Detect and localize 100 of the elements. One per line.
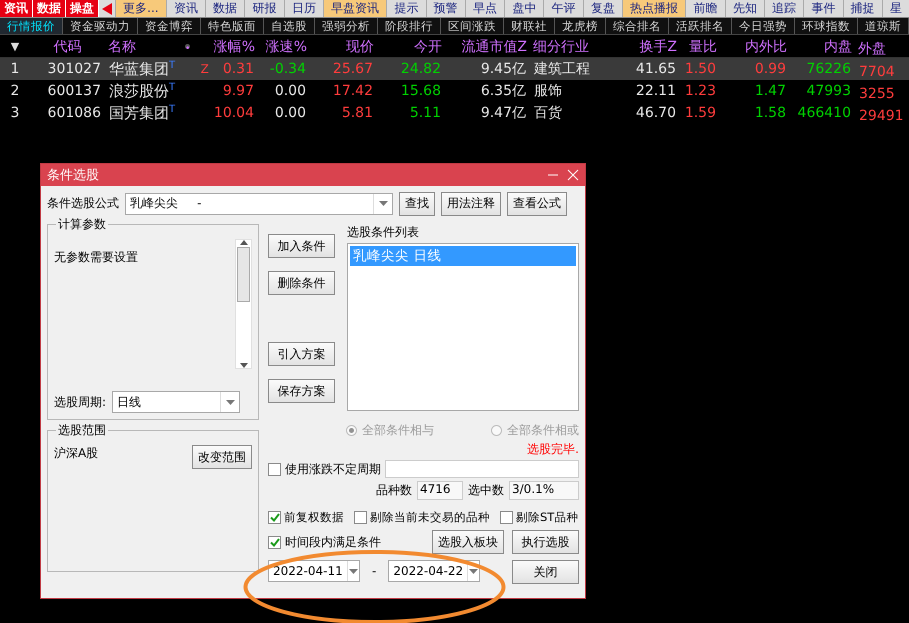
column-header[interactable]: 现价 <box>310 38 377 56</box>
window-title: 条件选股 <box>47 167 100 184</box>
nav-tab[interactable]: 数据 <box>205 0 244 17</box>
column-header[interactable]: 今开 <box>377 38 445 56</box>
column-header[interactable]: 流通市值Z <box>445 38 530 56</box>
stock-row[interactable]: 3 601086 国芳集团$^{T}$ 10.04 0.00 5.81 5.11 9.47亿 百货 46.70 1.59 1.58 466410 29491 <box>0 102 909 124</box>
nav-tab[interactable]: 资讯 <box>0 0 33 17</box>
market-tab[interactable]: 资金博弈 <box>138 18 201 34</box>
checkbox-label[interactable]: 剔除当前未交易的品种 <box>370 510 490 525</box>
checkbox[interactable] <box>268 536 281 548</box>
market-tab[interactable]: 环球指数 <box>795 18 858 34</box>
dialog-button[interactable]: 用法注释 <box>441 192 501 216</box>
column-header[interactable]: 内外比 <box>720 38 790 56</box>
dialog-button[interactable]: 查看公式 <box>507 192 567 216</box>
market-tab[interactable]: 强弱分析 <box>315 18 378 34</box>
market-tab[interactable]: 特色版面 <box>201 18 264 34</box>
group-title: 计算参数 <box>56 216 108 233</box>
left-arrow-icon[interactable] <box>102 2 112 14</box>
table-cell-text: 国芳集团$^{T}$ <box>108 104 176 122</box>
nav-tab[interactable]: 午评 <box>543 0 583 17</box>
table-cell-text: 9.47亿 <box>480 104 527 122</box>
market-tab[interactable]: 龙虎榜 <box>555 18 606 34</box>
checkbox[interactable] <box>268 462 281 476</box>
checkbox-label[interactable]: 前复权数据 <box>284 510 344 525</box>
checkbox[interactable] <box>268 511 281 524</box>
column-header[interactable]: 涨幅% <box>195 38 258 56</box>
dropdown-arrow-icon <box>226 400 235 404</box>
nav-tab[interactable]: 早盘资讯 <box>322 0 386 17</box>
nav-tab[interactable]: 热点播报 <box>622 0 686 17</box>
dialog-button[interactable]: 引入方案 <box>268 342 335 366</box>
nav-tab[interactable]: 前瞻 <box>685 0 725 17</box>
stock-row[interactable]: 2 600137 浪莎股份$^{T}$ 9.97 0.00 17.42 15.68 6.35亿 服饰 22.11 1.23 1.47 47993 3255 <box>0 80 909 102</box>
dialog-button[interactable]: 选股入板块 <box>432 530 504 554</box>
table-cell-text: 服饰 <box>533 82 563 100</box>
dropdown-field[interactable]: 乳峰尖尖 - <box>125 192 393 214</box>
field-label: 选中数 <box>468 482 504 499</box>
table-cell-text: 601086 <box>46 105 102 121</box>
table-cell-text: 建筑工程 <box>532 60 591 78</box>
market-tab[interactable]: 阶段排行 <box>378 18 441 34</box>
field-label: 条件选股公式 <box>47 195 119 212</box>
column-header[interactable]: ▼ <box>0 40 30 53</box>
column-header[interactable]: 细分行业 <box>530 38 620 56</box>
dialog-button[interactable]: 保存方案 <box>268 379 335 403</box>
table-cell-text: 76226 <box>805 61 852 77</box>
market-tab[interactable]: 自选股 <box>264 18 315 34</box>
dropdown-field[interactable]: 2022-04-11 <box>268 560 360 582</box>
market-tab[interactable]: 道琼斯 <box>858 18 909 34</box>
column-header[interactable]: 代码 <box>30 38 105 56</box>
checkbox-label[interactable]: 使用涨跌不定周期 <box>285 460 381 478</box>
column-header[interactable]: 量比 <box>680 38 720 56</box>
table-cell-text: 6.35亿 <box>480 82 527 100</box>
nav-tab[interactable]: 事件 <box>803 0 842 17</box>
column-header[interactable]: 涨速% <box>258 38 310 56</box>
column-header[interactable]: 换手Z <box>620 38 680 56</box>
nav-tab[interactable]: 预警 <box>426 0 465 17</box>
market-tab[interactable]: 综合排名 <box>606 18 669 34</box>
nav-tab[interactable]: 盘中 <box>504 0 544 17</box>
table-cell-text: 7704 <box>858 64 896 80</box>
stock-row[interactable]: 1 301027 华蓝集团$^{T}$ Z 0.31 -0.34 25.67 24.82 9.45亿 建筑工程 41.65 1.50 0.99 76226 7704 <box>0 58 909 80</box>
market-tab[interactable]: 区间涨跌 <box>441 18 504 34</box>
dropdown-field[interactable]: 2022-04-22 <box>388 560 480 582</box>
nav-tab[interactable]: 捕捉 <box>842 0 882 17</box>
dropdown-field[interactable]: 日线 <box>112 391 240 413</box>
nav-tab[interactable]: 早点 <box>464 0 504 17</box>
market-tab[interactable]: 财联社 <box>504 18 555 34</box>
scrollbar[interactable] <box>235 239 252 369</box>
market-tab[interactable]: 资金驱动力 <box>63 18 138 34</box>
dialog-button[interactable]: 改变范围 <box>192 445 252 469</box>
nav-tab[interactable]: 操盘 <box>66 0 99 17</box>
table-cell-text: 47993 <box>805 83 852 99</box>
column-header[interactable]: 内盘 <box>790 38 855 56</box>
scope-value: 沪深A股 <box>54 445 98 462</box>
market-tab[interactable]: 今日强势 <box>732 18 795 34</box>
market-tab[interactable]: 活跃排名 <box>669 18 732 34</box>
nav-tab[interactable]: 追踪 <box>764 0 804 17</box>
dialog-button[interactable]: 执行选股 <box>512 530 579 554</box>
checkbox-label[interactable]: 剔除ST品种 <box>516 510 578 525</box>
market-tab[interactable]: 行情报价 <box>0 18 63 34</box>
nav-tab[interactable]: 提示 <box>386 0 426 17</box>
column-header[interactable]: 名称 <box>105 38 185 56</box>
dialog-button[interactable]: 查找 <box>399 192 435 216</box>
nav-tab[interactable]: 数据 <box>33 0 66 17</box>
table-cell-text: 10.04 <box>212 105 255 121</box>
nav-tab[interactable]: 研报 <box>244 0 284 17</box>
dialog-button[interactable]: 删除条件 <box>268 271 335 295</box>
close-icon[interactable] <box>567 169 579 181</box>
dialog-button[interactable]: 加入条件 <box>268 234 335 258</box>
nav-tab[interactable]: 星 <box>882 0 909 17</box>
column-header[interactable]: 外盘 <box>855 40 909 58</box>
checkbox-label[interactable]: 时间段内满足条件 <box>285 534 381 550</box>
nav-tab[interactable]: 资讯 <box>166 0 206 17</box>
dialog-button[interactable]: 关闭 <box>512 560 579 584</box>
table-cell-text: 3 <box>10 105 20 121</box>
input-field[interactable] <box>385 460 579 478</box>
nav-tab[interactable]: 更多... <box>115 0 166 17</box>
scroll-down-icon[interactable] <box>240 363 248 368</box>
table-cell-text: Z 0.31 <box>200 61 255 77</box>
nav-tab[interactable]: 先知 <box>724 0 764 17</box>
checkbox[interactable] <box>354 511 367 524</box>
checkbox[interactable] <box>500 511 513 524</box>
